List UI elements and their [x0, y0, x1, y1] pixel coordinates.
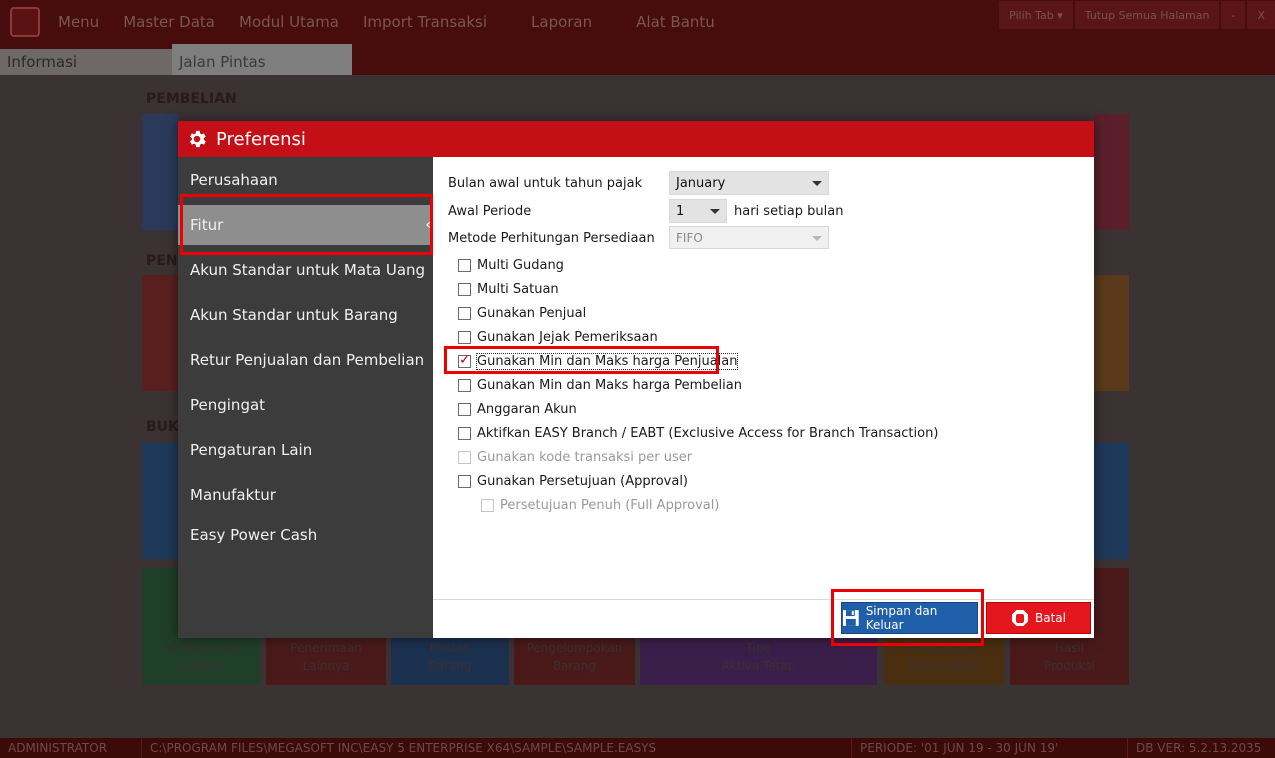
cancel-button[interactable]: Batal [986, 602, 1091, 634]
menu-item-menu[interactable]: Menu [46, 13, 111, 31]
dialog-title-bar: Preferensi [178, 121, 1094, 157]
checkbox-label: Multi Satuan [477, 281, 559, 297]
checkbox-multi-gudang[interactable]: Multi Gudang [458, 256, 564, 274]
tax-month-value: January [676, 175, 726, 191]
checkbox-label: Gunakan Persetujuan (Approval) [477, 473, 688, 489]
status-version: DB VER: 5.2.13.2035 [1136, 741, 1262, 755]
checkbox-box-checked[interactable] [458, 352, 471, 368]
status-bar: ADMINISTRATOR C:\PROGRAM FILES\MEGASOFT … [0, 738, 1275, 758]
checkbox-label: Gunakan Penjual [477, 305, 587, 321]
tax-month-label: Bulan awal untuk tahun pajak [448, 176, 643, 191]
checkbox-min-maks-pembelian[interactable]: Gunakan Min dan Maks harga Pembelian [458, 376, 742, 394]
shortcut-tile[interactable] [1094, 275, 1129, 391]
checkbox-easy-branch[interactable]: Aktifkan EASY Branch / EABT (Exclusive A… [458, 424, 938, 442]
checkbox-gunakan-penjual[interactable]: Gunakan Penjual [458, 304, 586, 322]
checkbox-label: Gunakan kode transaksi per user [477, 449, 693, 465]
close-all-pages-button[interactable]: Tutup Semua Halaman [1074, 1, 1220, 29]
chevron-down-icon [812, 236, 822, 241]
gear-icon [190, 130, 206, 148]
chevron-down-icon [710, 209, 720, 214]
sidebar-item-retur[interactable]: Retur Penjualan dan Pembelian [178, 340, 433, 380]
minimize-button[interactable]: - [1221, 1, 1246, 29]
checkbox-box[interactable] [458, 378, 471, 392]
checkbox-box[interactable] [458, 282, 471, 296]
menu-item-import-transaksi[interactable]: Import Transaksi [351, 13, 499, 31]
preferences-dialog: Preferensi Perusahaan Fitur Akun Standar… [178, 121, 1094, 638]
close-app-button[interactable]: X [1247, 1, 1275, 29]
inventory-method-label: Metode Perhitungan Persediaan [448, 231, 655, 246]
dialog-title: Preferensi [216, 128, 306, 150]
cancel-label: Batal [1035, 611, 1066, 625]
fitur-panel: Bulan awal untuk tahun pajak January Awa… [433, 157, 1094, 599]
tax-month-select[interactable]: January [669, 171, 829, 195]
sidebar-item-akun-mata-uang[interactable]: Akun Standar untuk Mata Uang [178, 250, 433, 290]
sidebar-item-pengingat[interactable]: Pengingat [178, 385, 433, 425]
checkbox-box[interactable] [458, 306, 471, 320]
status-user: ADMINISTRATOR [0, 738, 142, 758]
shortcut-tile[interactable] [142, 443, 178, 559]
sidebar-item-pengaturan-lain[interactable]: Pengaturan Lain [178, 430, 433, 470]
save-and-exit-label: Simpan dan Keluar [865, 604, 938, 632]
menu-item-alat-bantu[interactable]: Alat Bantu [624, 13, 727, 31]
checkbox-label: Persetujuan Penuh (Full Approval) [500, 497, 720, 513]
section-heading-pembelian: PEMBELIAN [146, 91, 237, 107]
period-label: Awal Periode [448, 204, 532, 219]
inventory-method-value: FIFO [676, 230, 703, 245]
checkbox-box[interactable] [458, 330, 471, 344]
app-logo-icon [10, 7, 40, 37]
period-suffix: hari setiap bulan [734, 204, 844, 219]
checkbox-box[interactable] [458, 450, 471, 464]
sidebar-item-akun-barang[interactable]: Akun Standar untuk Barang [178, 295, 433, 335]
menu-item-laporan[interactable]: Laporan [519, 13, 604, 31]
floppy-disk-icon [842, 610, 859, 626]
checkbox-persetujuan[interactable]: Gunakan Persetujuan (Approval) [458, 472, 688, 490]
tab-bar: Informasi Jalan Pintas [0, 44, 1275, 75]
sidebar-item-easy-power-cash[interactable]: Easy Power Cash [178, 515, 433, 555]
inventory-method-select[interactable]: FIFO [669, 226, 829, 249]
tab-jalan-pintas[interactable]: Jalan Pintas [172, 44, 352, 75]
chevron-down-icon [812, 181, 822, 186]
tab-informasi[interactable]: Informasi [0, 49, 172, 75]
checkbox-min-maks-penjualan[interactable]: Gunakan Min dan Maks harga Penjualan [458, 352, 739, 370]
status-period: PERIODE: '01 JUN 19 - 30 JUN 19' [852, 738, 1128, 758]
period-select[interactable]: 1 [669, 199, 727, 223]
dialog-footer: Simpan dan Keluar Batal [433, 599, 1094, 638]
menu-bar: Menu Master Data Modul Utama Import Tran… [0, 0, 1275, 44]
checkbox-box[interactable] [458, 258, 471, 272]
shortcut-tile[interactable] [142, 275, 178, 391]
period-value: 1 [676, 203, 685, 219]
menu-item-modul-utama[interactable]: Modul Utama [227, 13, 351, 31]
checkbox-box[interactable] [481, 498, 494, 512]
checkbox-anggaran-akun[interactable]: Anggaran Akun [458, 400, 577, 418]
shortcut-tile[interactable] [1094, 114, 1129, 230]
sidebar-item-manufaktur[interactable]: Manufaktur [178, 475, 433, 515]
pick-tab-dropdown[interactable]: Pilih Tab ▾ [999, 1, 1073, 29]
sidebar-item-perusahaan[interactable]: Perusahaan [178, 160, 433, 200]
sidebar-item-fitur[interactable]: Fitur [178, 205, 433, 245]
menu-item-master-data[interactable]: Master Data [111, 13, 227, 31]
checkbox-box[interactable] [458, 402, 471, 416]
stop-hand-icon [1012, 610, 1028, 626]
status-path: C:\PROGRAM FILES\MEGASOFT INC\EASY 5 ENT… [142, 738, 852, 758]
preferences-sidebar: Perusahaan Fitur Akun Standar untuk Mata… [178, 157, 433, 638]
checkbox-box[interactable] [458, 474, 471, 488]
checkbox-persetujuan-penuh[interactable]: Persetujuan Penuh (Full Approval) [481, 496, 719, 514]
checkbox-jejak-pemeriksaan[interactable]: Gunakan Jejak Pemeriksaan [458, 328, 658, 346]
save-and-exit-button[interactable]: Simpan dan Keluar [841, 602, 978, 634]
section-heading-penjualan: PEN [146, 253, 178, 269]
checkbox-multi-satuan[interactable]: Multi Satuan [458, 280, 559, 298]
checkbox-box[interactable] [458, 426, 471, 440]
checkbox-label: Gunakan Min dan Maks harga Pembelian [477, 377, 742, 393]
checkbox-label: Anggaran Akun [477, 401, 577, 417]
checkbox-kode-transaksi-per-user[interactable]: Gunakan kode transaksi per user [458, 448, 692, 466]
section-heading-buku: BUK [146, 419, 179, 435]
shortcut-tile[interactable] [142, 114, 178, 230]
checkbox-label: Gunakan Jejak Pemeriksaan [477, 329, 658, 345]
shortcut-tile[interactable] [1094, 443, 1129, 559]
checkbox-label: Multi Gudang [477, 257, 564, 273]
checkbox-label: Aktifkan EASY Branch / EABT (Exclusive A… [477, 425, 939, 441]
checkbox-label: Gunakan Min dan Maks harga Penjualan [475, 352, 739, 370]
